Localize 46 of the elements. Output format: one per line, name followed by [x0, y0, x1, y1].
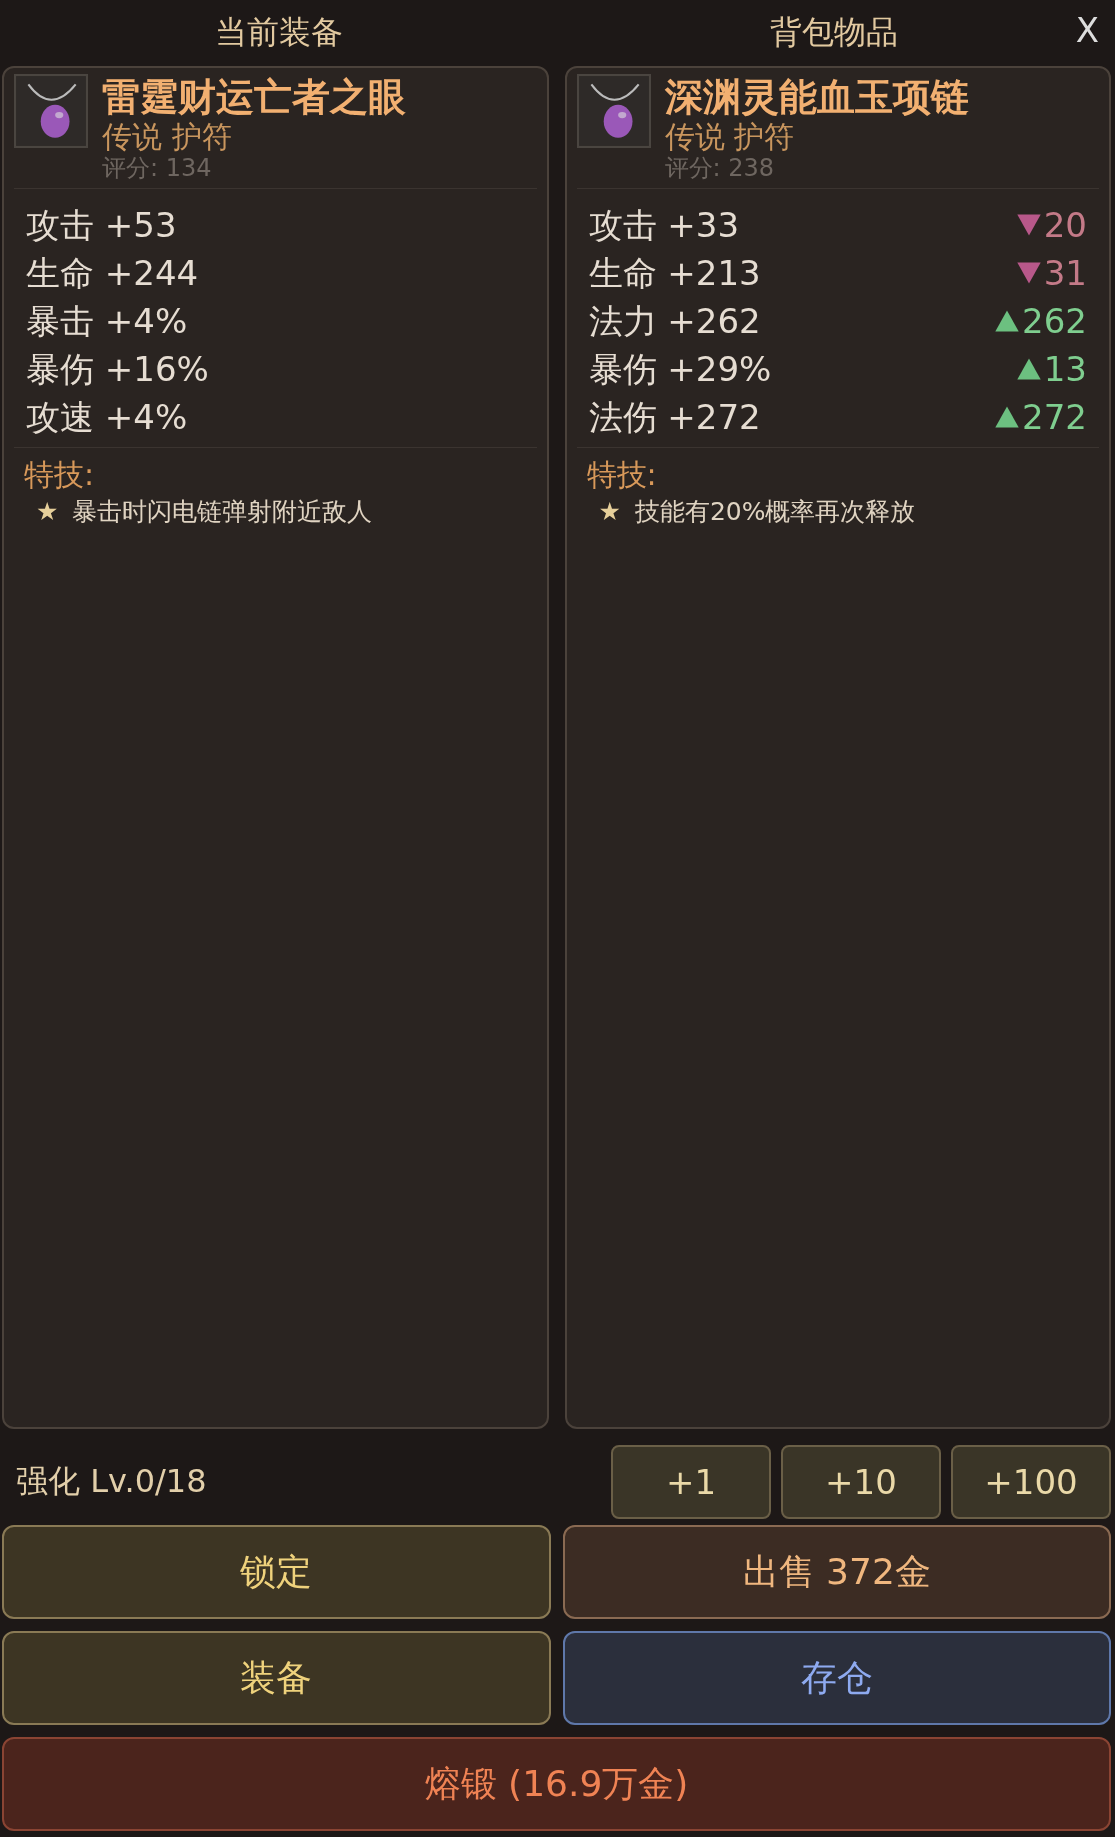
close-button[interactable]: X — [1071, 10, 1103, 50]
stat-diff: 13 — [1015, 345, 1087, 393]
enhance-level: 强化 Lv.0/18 — [16, 1461, 207, 1502]
item-name: 深渊灵能血玉项链 — [664, 74, 969, 120]
panel-title: 背包物品 — [769, 12, 898, 53]
stat-value: 法力 +262 — [588, 300, 761, 343]
panel-title: 当前装备 — [215, 12, 344, 53]
stat-value: 生命 +213 — [588, 252, 761, 295]
enhance-step-button[interactable]: +10 — [781, 1445, 941, 1519]
down-triangle-icon — [1015, 261, 1042, 285]
action-button[interactable]: 熔锻 (16.9万金) — [2, 1737, 1111, 1831]
star-icon: ★ — [598, 494, 621, 530]
item-score: 评分: 134 — [102, 154, 213, 182]
stat-value: 攻击 +53 — [26, 204, 177, 247]
item-name: 雷霆财运亡者之眼 — [102, 74, 406, 120]
action-button[interactable]: 锁定 — [2, 1525, 551, 1619]
skill-text: 技能有20%概率再次释放 — [634, 496, 916, 528]
stat-value: 攻速 +4% — [26, 396, 188, 439]
skill-heading: 特技: — [586, 456, 658, 494]
action-button[interactable]: 装备 — [2, 1631, 551, 1725]
skill-heading: 特技: — [24, 456, 96, 494]
down-triangle-icon — [1015, 213, 1042, 237]
action-button[interactable]: 出售 372金 — [562, 1525, 1111, 1619]
stat-value: 暴伤 +16% — [26, 348, 209, 391]
enhance-step-button[interactable]: +1 — [611, 1445, 771, 1519]
stat-diff: 262 — [994, 297, 1087, 345]
up-triangle-icon — [1015, 357, 1042, 381]
stat-value: 暴击 +4% — [26, 300, 188, 343]
stat-value: 暴伤 +29% — [588, 348, 772, 391]
item-type: 传说 护符 — [664, 120, 796, 154]
item-type: 传说 护符 — [102, 120, 233, 154]
star-icon: ★ — [36, 494, 59, 530]
item-score: 评分: 238 — [664, 154, 776, 182]
necklace-icon — [14, 74, 88, 148]
up-triangle-icon — [994, 405, 1021, 429]
stat-diff: 272 — [994, 393, 1087, 441]
up-triangle-icon — [994, 309, 1021, 333]
stat-value: 法伤 +272 — [588, 396, 761, 439]
stat-value: 生命 +244 — [26, 252, 199, 295]
enhance-step-button[interactable]: +100 — [951, 1445, 1111, 1519]
necklace-icon — [576, 74, 651, 148]
stat-diff: 31 — [1015, 249, 1087, 297]
skill-text: 暴击时闪电链弹射附近敌人 — [72, 496, 373, 528]
action-button[interactable]: 存仓 — [562, 1631, 1111, 1725]
stat-diff: 20 — [1015, 201, 1087, 249]
stat-value: 攻击 +33 — [588, 204, 740, 247]
